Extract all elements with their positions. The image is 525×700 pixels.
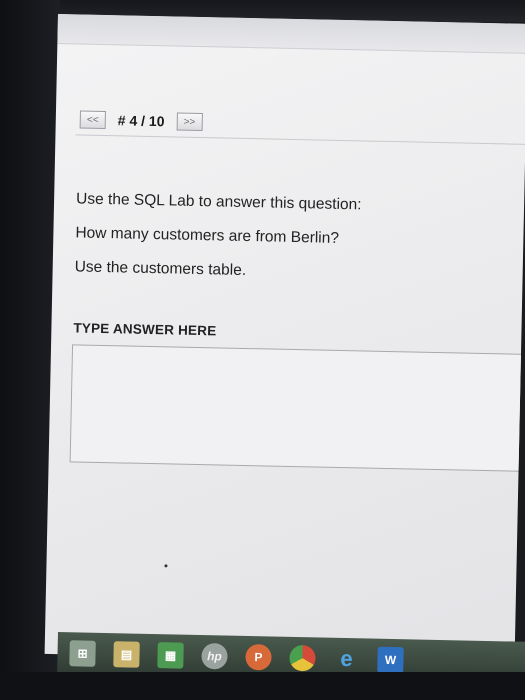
file-explorer-icon[interactable]: ▤ (113, 641, 140, 668)
screen: << # 4 / 10 >> Use the SQL Lab to answer… (44, 14, 525, 664)
hp-icon[interactable]: hp (201, 643, 228, 670)
previous-question-button[interactable]: << (79, 110, 106, 130)
question-line-1: Use the SQL Lab to answer this question: (75, 190, 362, 214)
internet-explorer-icon[interactable]: e (333, 646, 360, 673)
chrome-icon[interactable] (289, 644, 316, 672)
cursor-dot (164, 564, 168, 568)
navigation-divider (75, 134, 525, 146)
store-icon[interactable]: ▦ (157, 642, 184, 669)
answer-label: TYPE ANSWER HERE (73, 320, 217, 339)
word-icon[interactable]: W (377, 646, 404, 674)
question-counter: # 4 / 10 (117, 112, 165, 130)
question-navigation: << # 4 / 10 >> (79, 108, 203, 133)
windows-start-icon[interactable]: ⊞ (69, 640, 96, 667)
question-line-2: How many customers are from Berlin? (75, 224, 340, 247)
next-question-button[interactable]: >> (176, 112, 203, 132)
question-text: Use the SQL Lab to answer this question:… (74, 190, 496, 301)
answer-input[interactable] (69, 344, 525, 472)
powerpoint-icon[interactable]: P (245, 643, 272, 671)
question-line-3: Use the customers table. (74, 258, 247, 280)
monitor-bezel-bottom (0, 672, 525, 700)
